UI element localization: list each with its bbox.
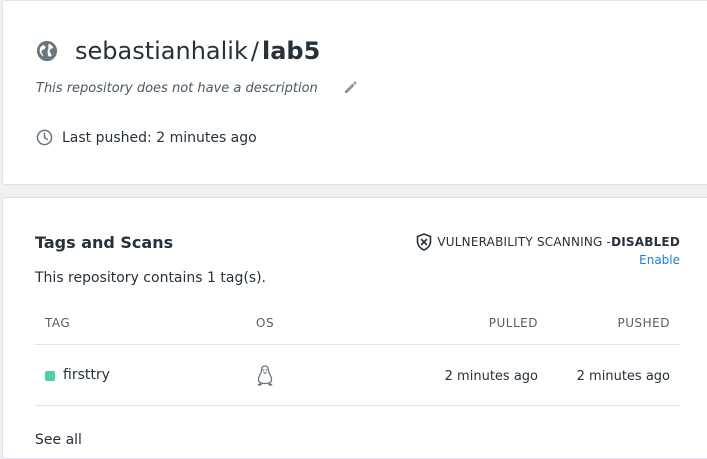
clock-icon [36,129,53,146]
linux-icon [257,365,273,386]
see-all-tags-link[interactable]: See all [35,432,82,448]
tag-status-dot [45,371,55,381]
column-header-pushed: PUSHED [617,316,670,330]
repository-info-card: sebastianhalik / lab5 This repository do… [2,0,707,185]
tag-count-text: This repository contains 1 tag(s). [35,270,266,286]
repository-description: This repository does not have a descript… [36,81,318,96]
column-header-tag: TAG [45,316,71,330]
scan-state: DISABLED [611,235,680,249]
repository-title: sebastianhalik / lab5 [36,35,320,67]
enable-scanning-link[interactable]: Enable [639,253,680,267]
table-header: TAG OS PULLED PUSHED [35,308,680,345]
vulnerability-scanning-status: VULNERABILITY SCANNING - DISABLED [416,233,680,251]
shield-disabled-icon [417,233,432,251]
tags-section-title: Tags and Scans [35,233,174,252]
column-header-os: OS [256,316,275,330]
repository-path-separator: / [250,37,259,65]
tags-table: TAG OS PULLED PUSHED firsttry 2 minutes … [35,308,680,406]
tag-name-link[interactable]: firsttry [63,367,110,383]
scan-label: VULNERABILITY SCANNING - [437,235,612,249]
column-header-pulled: PULLED [488,316,538,330]
last-pushed-info: Last pushed: 2 minutes ago [36,129,257,146]
repository-owner[interactable]: sebastianhalik [75,37,248,65]
repository-name: lab5 [261,37,321,65]
globe-icon [36,40,58,62]
table-row[interactable]: firsttry 2 minutes ago 2 minutes ago [35,345,680,406]
tag-pushed-time: 2 minutes ago [576,369,670,384]
pencil-icon[interactable] [342,80,358,96]
tag-pulled-time: 2 minutes ago [444,369,538,384]
last-pushed-text: Last pushed: 2 minutes ago [62,129,257,146]
tags-and-scans-card: Tags and Scans VULNERABILITY SCANNING - … [2,197,707,459]
